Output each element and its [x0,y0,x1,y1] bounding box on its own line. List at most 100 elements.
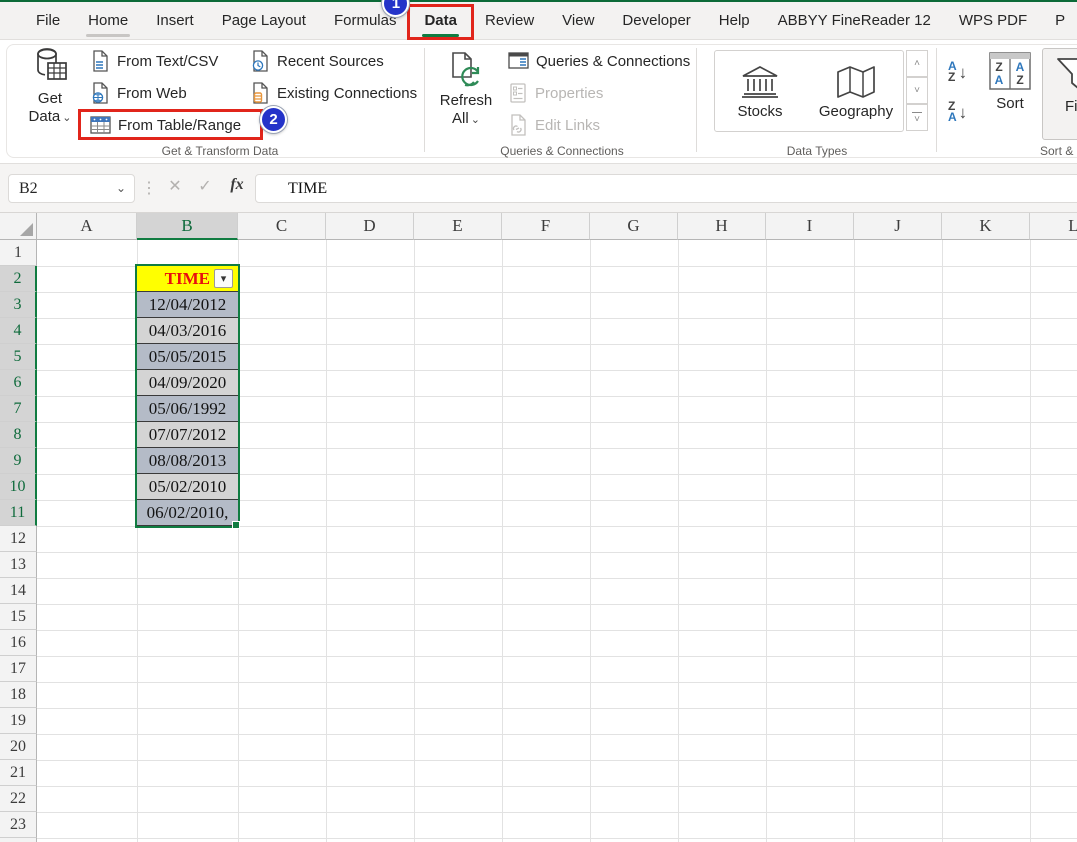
gridline [37,526,1077,527]
table-cell-date[interactable]: 05/06/1992 [137,396,238,422]
column-header-J[interactable]: J [854,213,942,240]
enter-button[interactable]: ✓ [192,176,218,196]
properties-button: Properties [508,80,603,106]
tab-underline [332,34,399,37]
row-header-19[interactable]: 19 [0,708,37,734]
column-header-A[interactable]: A [37,213,137,240]
tab-underline [483,34,536,37]
gallery-more-button[interactable]: ˅ [906,104,928,131]
row-header-15[interactable]: 15 [0,604,37,630]
row-header-17[interactable]: 17 [0,656,37,682]
sort-button[interactable]: Z A A Z Sort [988,52,1032,113]
group-separator [424,48,425,152]
row-header-1[interactable]: 1 [0,240,37,266]
tab-data[interactable]: Data1 [410,2,471,39]
tab-review[interactable]: Review [471,2,548,39]
data-types-gallery: Stocks Geography [714,50,904,132]
tab-p[interactable]: P [1041,2,1077,39]
row-header-5[interactable]: 5 [0,344,37,370]
tab-wps-pdf[interactable]: WPS PDF [945,2,1041,39]
table-cell-date[interactable]: 05/02/2010 [137,474,238,500]
column-header-B[interactable]: B [137,213,238,240]
row-header-10[interactable]: 10 [0,474,37,500]
column-header-E[interactable]: E [414,213,502,240]
tab-home[interactable]: Home [74,2,142,39]
name-box[interactable]: B2 ⌄ [8,174,135,203]
row-header-21[interactable]: 21 [0,760,37,786]
column-header-H[interactable]: H [678,213,766,240]
filter-button[interactable]: Filt [1042,48,1077,140]
tab-help[interactable]: Help [705,2,764,39]
tab-abbyy-finereader-12[interactable]: ABBYY FineReader 12 [764,2,945,39]
gridline [1030,240,1031,842]
existing-connections-button[interactable]: Existing Connections [250,80,417,106]
tab-label: ABBYY FineReader 12 [778,12,931,29]
gallery-scroll-down-button[interactable]: ˅ [906,77,928,104]
row-header-3[interactable]: 3 [0,292,37,318]
column-header-K[interactable]: K [942,213,1030,240]
row-header-12[interactable]: 12 [0,526,37,552]
fill-handle[interactable] [232,521,240,529]
dropdown-arrow-icon: ▾ [221,272,227,285]
table-cell-date[interactable]: 07/07/2012 [137,422,238,448]
row-header-14[interactable]: 14 [0,578,37,604]
row-header-18[interactable]: 18 [0,682,37,708]
tab-page-layout[interactable]: Page Layout [208,2,320,39]
row-header-16[interactable]: 16 [0,630,37,656]
step-2-badge: 2 [260,106,287,133]
column-header-F[interactable]: F [502,213,590,240]
table-filter-dropdown-button[interactable]: ▾ [214,269,233,288]
insert-function-button[interactable]: fx [224,176,250,194]
column-header-G[interactable]: G [590,213,678,240]
name-box-value: B2 [19,180,38,198]
column-header-C[interactable]: C [238,213,326,240]
row-header-22[interactable]: 22 [0,786,37,812]
cancel-button[interactable]: ✕ [162,176,188,196]
table-cell-date[interactable]: 06/02/2010, [137,500,238,526]
group-label-queries: Queries & Connections [442,144,682,160]
gallery-scroll-up-button[interactable]: ˄ [906,50,928,77]
sort-descending-button[interactable]: ZA ↓ [948,96,984,128]
column-header-L[interactable]: L [1030,213,1077,240]
queries-connections-button[interactable]: Queries & Connections [508,48,690,74]
from-web-button[interactable]: From Web [90,80,187,106]
row-header-2[interactable]: 2 [0,266,37,292]
row-header-11[interactable]: 11 [0,500,37,526]
tab-file[interactable]: File [22,2,74,39]
tab-insert[interactable]: Insert [142,2,208,39]
column-header-I[interactable]: I [766,213,854,240]
gridline [37,708,1077,709]
stocks-button[interactable]: Stocks [717,55,803,129]
row-header-23[interactable]: 23 [0,812,37,838]
tab-underline [957,34,1029,37]
tab-label: P [1055,12,1065,29]
column-header-D[interactable]: D [326,213,414,240]
geography-button[interactable]: Geography [813,55,899,129]
from-table-range-label: From Table/Range [118,117,241,134]
recent-sources-button[interactable]: Recent Sources [250,48,384,74]
edit-links-button: Edit Links [508,112,600,138]
row-header-9[interactable]: 9 [0,448,37,474]
row-header-4[interactable]: 4 [0,318,37,344]
row-header-8[interactable]: 8 [0,422,37,448]
select-all-button[interactable] [0,213,37,240]
refresh-all-button[interactable]: Refresh All⌄ [436,48,496,129]
row-header-13[interactable]: 13 [0,552,37,578]
from-table-range-button[interactable]: From Table/Range [90,112,241,138]
formula-input[interactable]: TIME [255,174,1077,203]
tab-view[interactable]: View [548,2,608,39]
table-cell-date[interactable]: 12/04/2012 [137,292,238,318]
sort-descending-arrow-icon: ↓ [959,104,968,121]
gallery-more-icon: ˅ [914,114,920,125]
row-header-6[interactable]: 6 [0,370,37,396]
table-cell-date[interactable]: 04/09/2020 [137,370,238,396]
table-cell-date[interactable]: 05/05/2015 [137,344,238,370]
table-cell-date[interactable]: 04/03/2016 [137,318,238,344]
get-data-button[interactable]: Get Data⌄ [24,46,76,127]
from-text-csv-button[interactable]: From Text/CSV [90,48,218,74]
row-header-20[interactable]: 20 [0,734,37,760]
tab-developer[interactable]: Developer [608,2,704,39]
sort-ascending-button[interactable]: AZ ↓ [948,56,984,88]
table-cell-date[interactable]: 08/08/2013 [137,448,238,474]
row-header-7[interactable]: 7 [0,396,37,422]
